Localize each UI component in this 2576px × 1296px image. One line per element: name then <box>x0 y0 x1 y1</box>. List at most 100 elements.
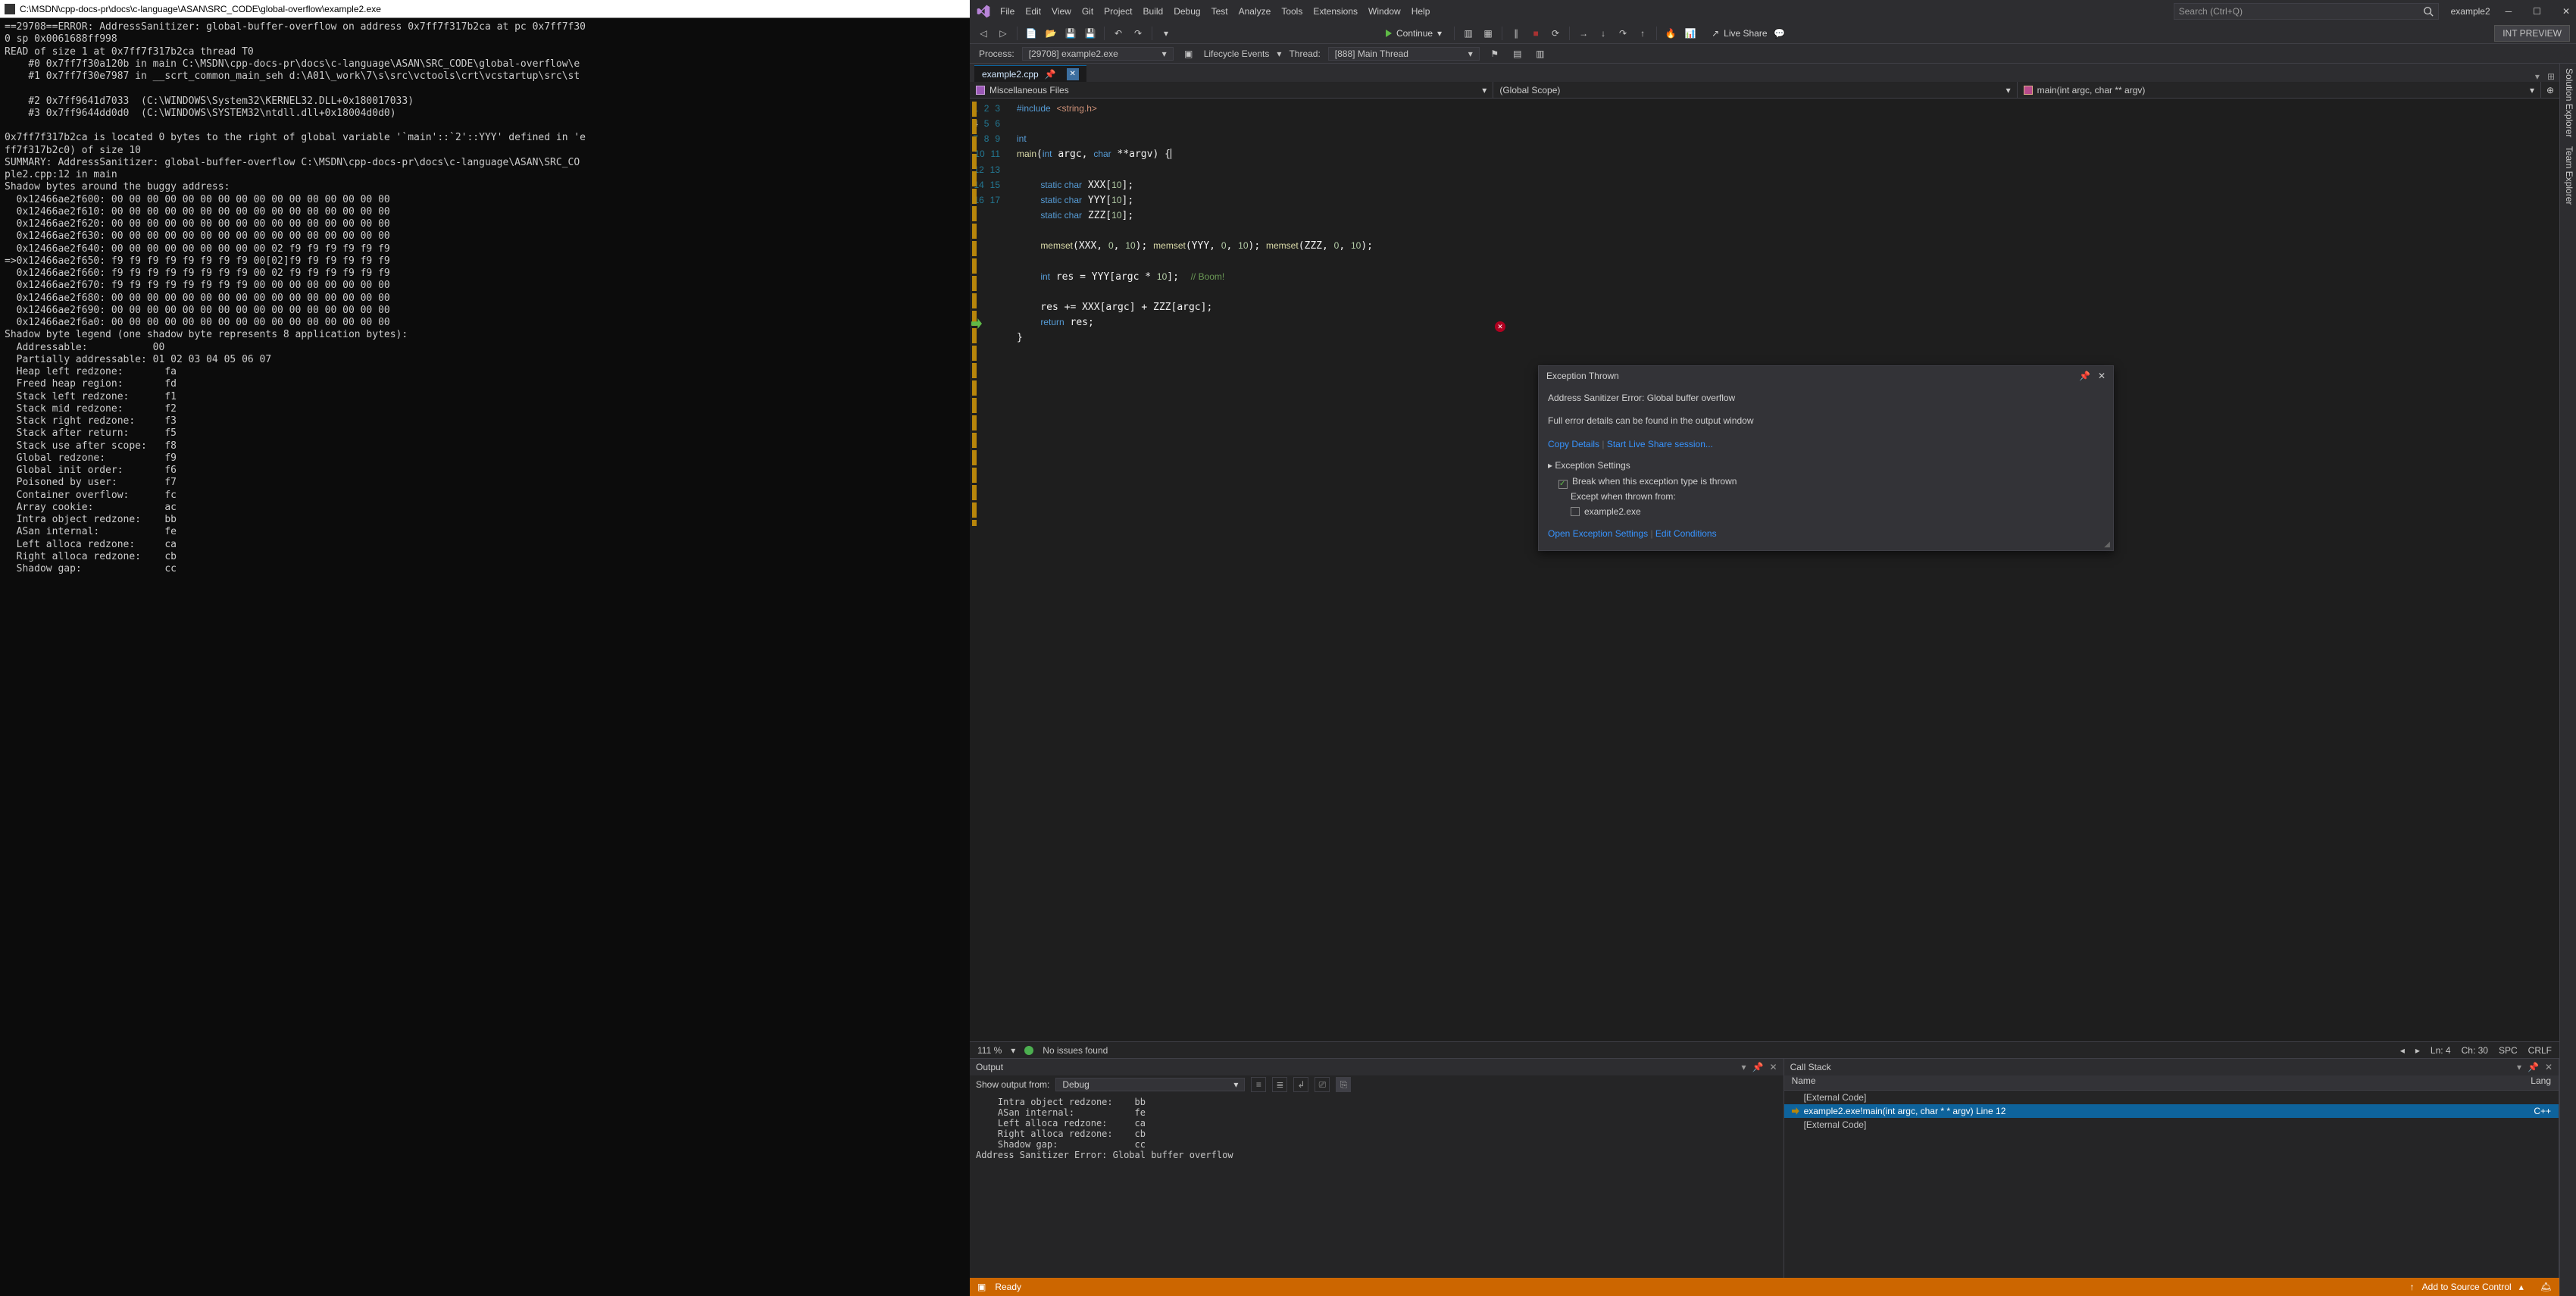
tab-example2-cpp[interactable]: example2.cpp 📌 ✕ <box>974 65 1086 82</box>
callstack-row[interactable]: [External Code] <box>1784 1091 2559 1104</box>
callstack-row[interactable]: [External Code] <box>1784 1118 2559 1132</box>
back-button[interactable]: ◁ <box>976 26 991 41</box>
menu-edit[interactable]: Edit <box>1025 6 1041 17</box>
process-dropdown[interactable]: [29708] example2.exe▾ <box>1022 47 1174 61</box>
output-source-dropdown[interactable]: Debug▾ <box>1055 1078 1245 1091</box>
popup-pin-icon[interactable]: 📌 <box>2079 371 2090 381</box>
chevron-down-icon[interactable]: ▾ <box>1277 49 1281 59</box>
nav-project-dropdown[interactable]: Miscellaneous Files▾ <box>970 82 1493 98</box>
menu-test[interactable]: Test <box>1211 6 1228 17</box>
popup-close-button[interactable]: ✕ <box>2098 371 2106 381</box>
panel-close-icon[interactable]: ✕ <box>1770 1062 1777 1072</box>
panel-pin-icon[interactable]: 📌 <box>2528 1062 2539 1072</box>
resize-grip-icon[interactable]: ◢ <box>2104 540 2110 549</box>
menu-help[interactable]: Help <box>1411 6 1430 17</box>
tab-dropdown-icon[interactable]: ▾ <box>2535 71 2540 82</box>
panel-dropdown-icon[interactable]: ▾ <box>1742 1062 1746 1072</box>
forward-button[interactable]: ▷ <box>996 26 1011 41</box>
menu-file[interactable]: File <box>1000 6 1014 17</box>
notifications-icon[interactable]: 🛎 <box>2540 1282 2552 1292</box>
nav-scope-dropdown[interactable]: (Global Scope)▾ <box>1493 82 2017 98</box>
stop-button[interactable]: ■ <box>1528 26 1543 41</box>
step-out-button[interactable]: ↑ <box>1635 26 1650 41</box>
except-item-checkbox[interactable] <box>1571 507 1580 516</box>
menu-analyze[interactable]: Analyze <box>1239 6 1271 17</box>
copy-details-link[interactable]: Copy Details <box>1548 439 1599 449</box>
liveshare-button[interactable]: ↗ Live Share <box>1712 28 1767 39</box>
menu-project[interactable]: Project <box>1104 6 1132 17</box>
zoom-dropdown-icon[interactable]: ▾ <box>1011 1045 1015 1056</box>
save-button[interactable]: 💾 <box>1063 26 1078 41</box>
maximize-button[interactable]: ☐ <box>2533 6 2541 17</box>
triangle-collapse-icon[interactable]: ▸ <box>1548 460 1552 471</box>
code-editor[interactable]: 1 2 3 4 5 6 7 8 9 10 11 12 13 14 15 16 1… <box>970 99 2559 1041</box>
callstack-col-lang[interactable]: Lang <box>2531 1075 2551 1090</box>
code-body[interactable]: #include <string.h> int main(int argc, c… <box>1006 99 2559 1041</box>
break-checkbox[interactable] <box>1558 480 1568 489</box>
zoom-level[interactable]: 111 % <box>977 1045 1002 1056</box>
menu-debug[interactable]: Debug <box>1174 6 1200 17</box>
output-toggle-icon[interactable]: ⎚ <box>1315 1077 1330 1092</box>
undo-button[interactable]: ↶ <box>1111 26 1126 41</box>
console-titlebar[interactable]: C:\MSDN\cpp-docs-pr\docs\c-language\ASAN… <box>0 0 970 18</box>
panel-dropdown-icon[interactable]: ▾ <box>2517 1062 2521 1072</box>
tab-toolbox-icon[interactable]: ⊞ <box>2547 71 2555 82</box>
nav-member-dropdown[interactable]: main(int argc, char ** argv)▾ <box>2018 82 2541 98</box>
close-button[interactable]: ✕ <box>2562 6 2570 17</box>
open-exception-settings-link[interactable]: Open Exception Settings <box>1548 528 1648 539</box>
debug-window-icon[interactable]: ▥ <box>1461 26 1476 41</box>
save-all-button[interactable]: 💾 <box>1083 26 1098 41</box>
open-button[interactable]: 📂 <box>1043 26 1058 41</box>
encoding[interactable]: SPC <box>2499 1045 2518 1056</box>
hot-reload-icon[interactable]: 🔥 <box>1663 26 1678 41</box>
exception-popup[interactable]: Exception Thrown 📌 ✕ Address Sanitizer E… <box>1538 365 2114 551</box>
show-next-statement-icon[interactable]: → <box>1576 26 1591 41</box>
output-autoscroll-icon[interactable]: ⎘ <box>1336 1077 1351 1092</box>
split-editor-icon[interactable]: ⊕ <box>2541 85 2559 95</box>
step-over-button[interactable]: ↷ <box>1615 26 1630 41</box>
start-liveshare-link[interactable]: Start Live Share session... <box>1607 439 1713 449</box>
menu-extensions[interactable]: Extensions <box>1313 6 1358 17</box>
panel-close-icon[interactable]: ✕ <box>2545 1062 2553 1072</box>
step-into-button[interactable]: ↓ <box>1596 26 1611 41</box>
menu-window[interactable]: Window <box>1368 6 1401 17</box>
menu-tools[interactable]: Tools <box>1281 6 1302 17</box>
feedback-icon[interactable]: 💬 <box>1772 26 1787 41</box>
dropdown-caret[interactable]: ▾ <box>1158 26 1174 41</box>
continue-button[interactable]: Continue ▾ <box>1380 28 1448 39</box>
search-input[interactable]: Search (Ctrl+Q) <box>2174 3 2439 20</box>
line-ending[interactable]: CRLF <box>2528 1045 2552 1056</box>
output-clear-icon[interactable]: ≡ <box>1251 1077 1266 1092</box>
error-icon[interactable]: ✕ <box>1495 321 1505 332</box>
stack-frame-icon-2[interactable]: ▥ <box>1533 46 1548 61</box>
menu-build[interactable]: Build <box>1143 6 1164 17</box>
minimize-button[interactable]: ─ <box>2506 6 2512 17</box>
thread-dropdown[interactable]: [888] Main Thread▾ <box>1328 47 1480 61</box>
output-wrap-icon[interactable]: ↲ <box>1293 1077 1308 1092</box>
sidebar-team-explorer[interactable]: Team Explorer <box>2562 146 2574 205</box>
prev-issue-icon[interactable]: ◂ <box>2400 1045 2405 1056</box>
callstack-row-current[interactable]: example2.exe!main(int argc, char * * arg… <box>1784 1104 2559 1118</box>
lifecycle-label[interactable]: Lifecycle Events <box>1204 49 1270 59</box>
int-preview-badge[interactable]: INT PREVIEW <box>2494 25 2570 42</box>
flag-icon[interactable]: ⚑ <box>1487 46 1502 61</box>
new-item-button[interactable]: 📄 <box>1024 26 1039 41</box>
output-body[interactable]: Intra object redzone: bb ASan internal: … <box>970 1094 1784 1278</box>
timeline-icon[interactable]: 📊 <box>1683 26 1698 41</box>
panel-pin-icon[interactable]: 📌 <box>1752 1062 1764 1072</box>
continue-dropdown-icon[interactable]: ▾ <box>1437 28 1442 39</box>
output-find-icon[interactable]: ≣ <box>1272 1077 1287 1092</box>
sidebar-solution-explorer[interactable]: Solution Explorer <box>2562 68 2574 137</box>
add-source-control[interactable]: Add to Source Control <box>2422 1282 2512 1292</box>
restart-button[interactable]: ⟳ <box>1548 26 1563 41</box>
lifecycle-icon[interactable]: ▣ <box>1181 46 1196 61</box>
debug-thread-icon[interactable]: ▦ <box>1480 26 1496 41</box>
issues-label[interactable]: No issues found <box>1043 1045 1108 1056</box>
close-tab-button[interactable]: ✕ <box>1067 68 1079 80</box>
redo-button[interactable]: ↷ <box>1130 26 1146 41</box>
menu-git[interactable]: Git <box>1082 6 1093 17</box>
next-issue-icon[interactable]: ▸ <box>2415 1045 2420 1056</box>
edit-conditions-link[interactable]: Edit Conditions <box>1655 528 1717 539</box>
console-body[interactable]: ==29708==ERROR: AddressSanitizer: global… <box>0 18 970 1296</box>
menu-view[interactable]: View <box>1052 6 1071 17</box>
